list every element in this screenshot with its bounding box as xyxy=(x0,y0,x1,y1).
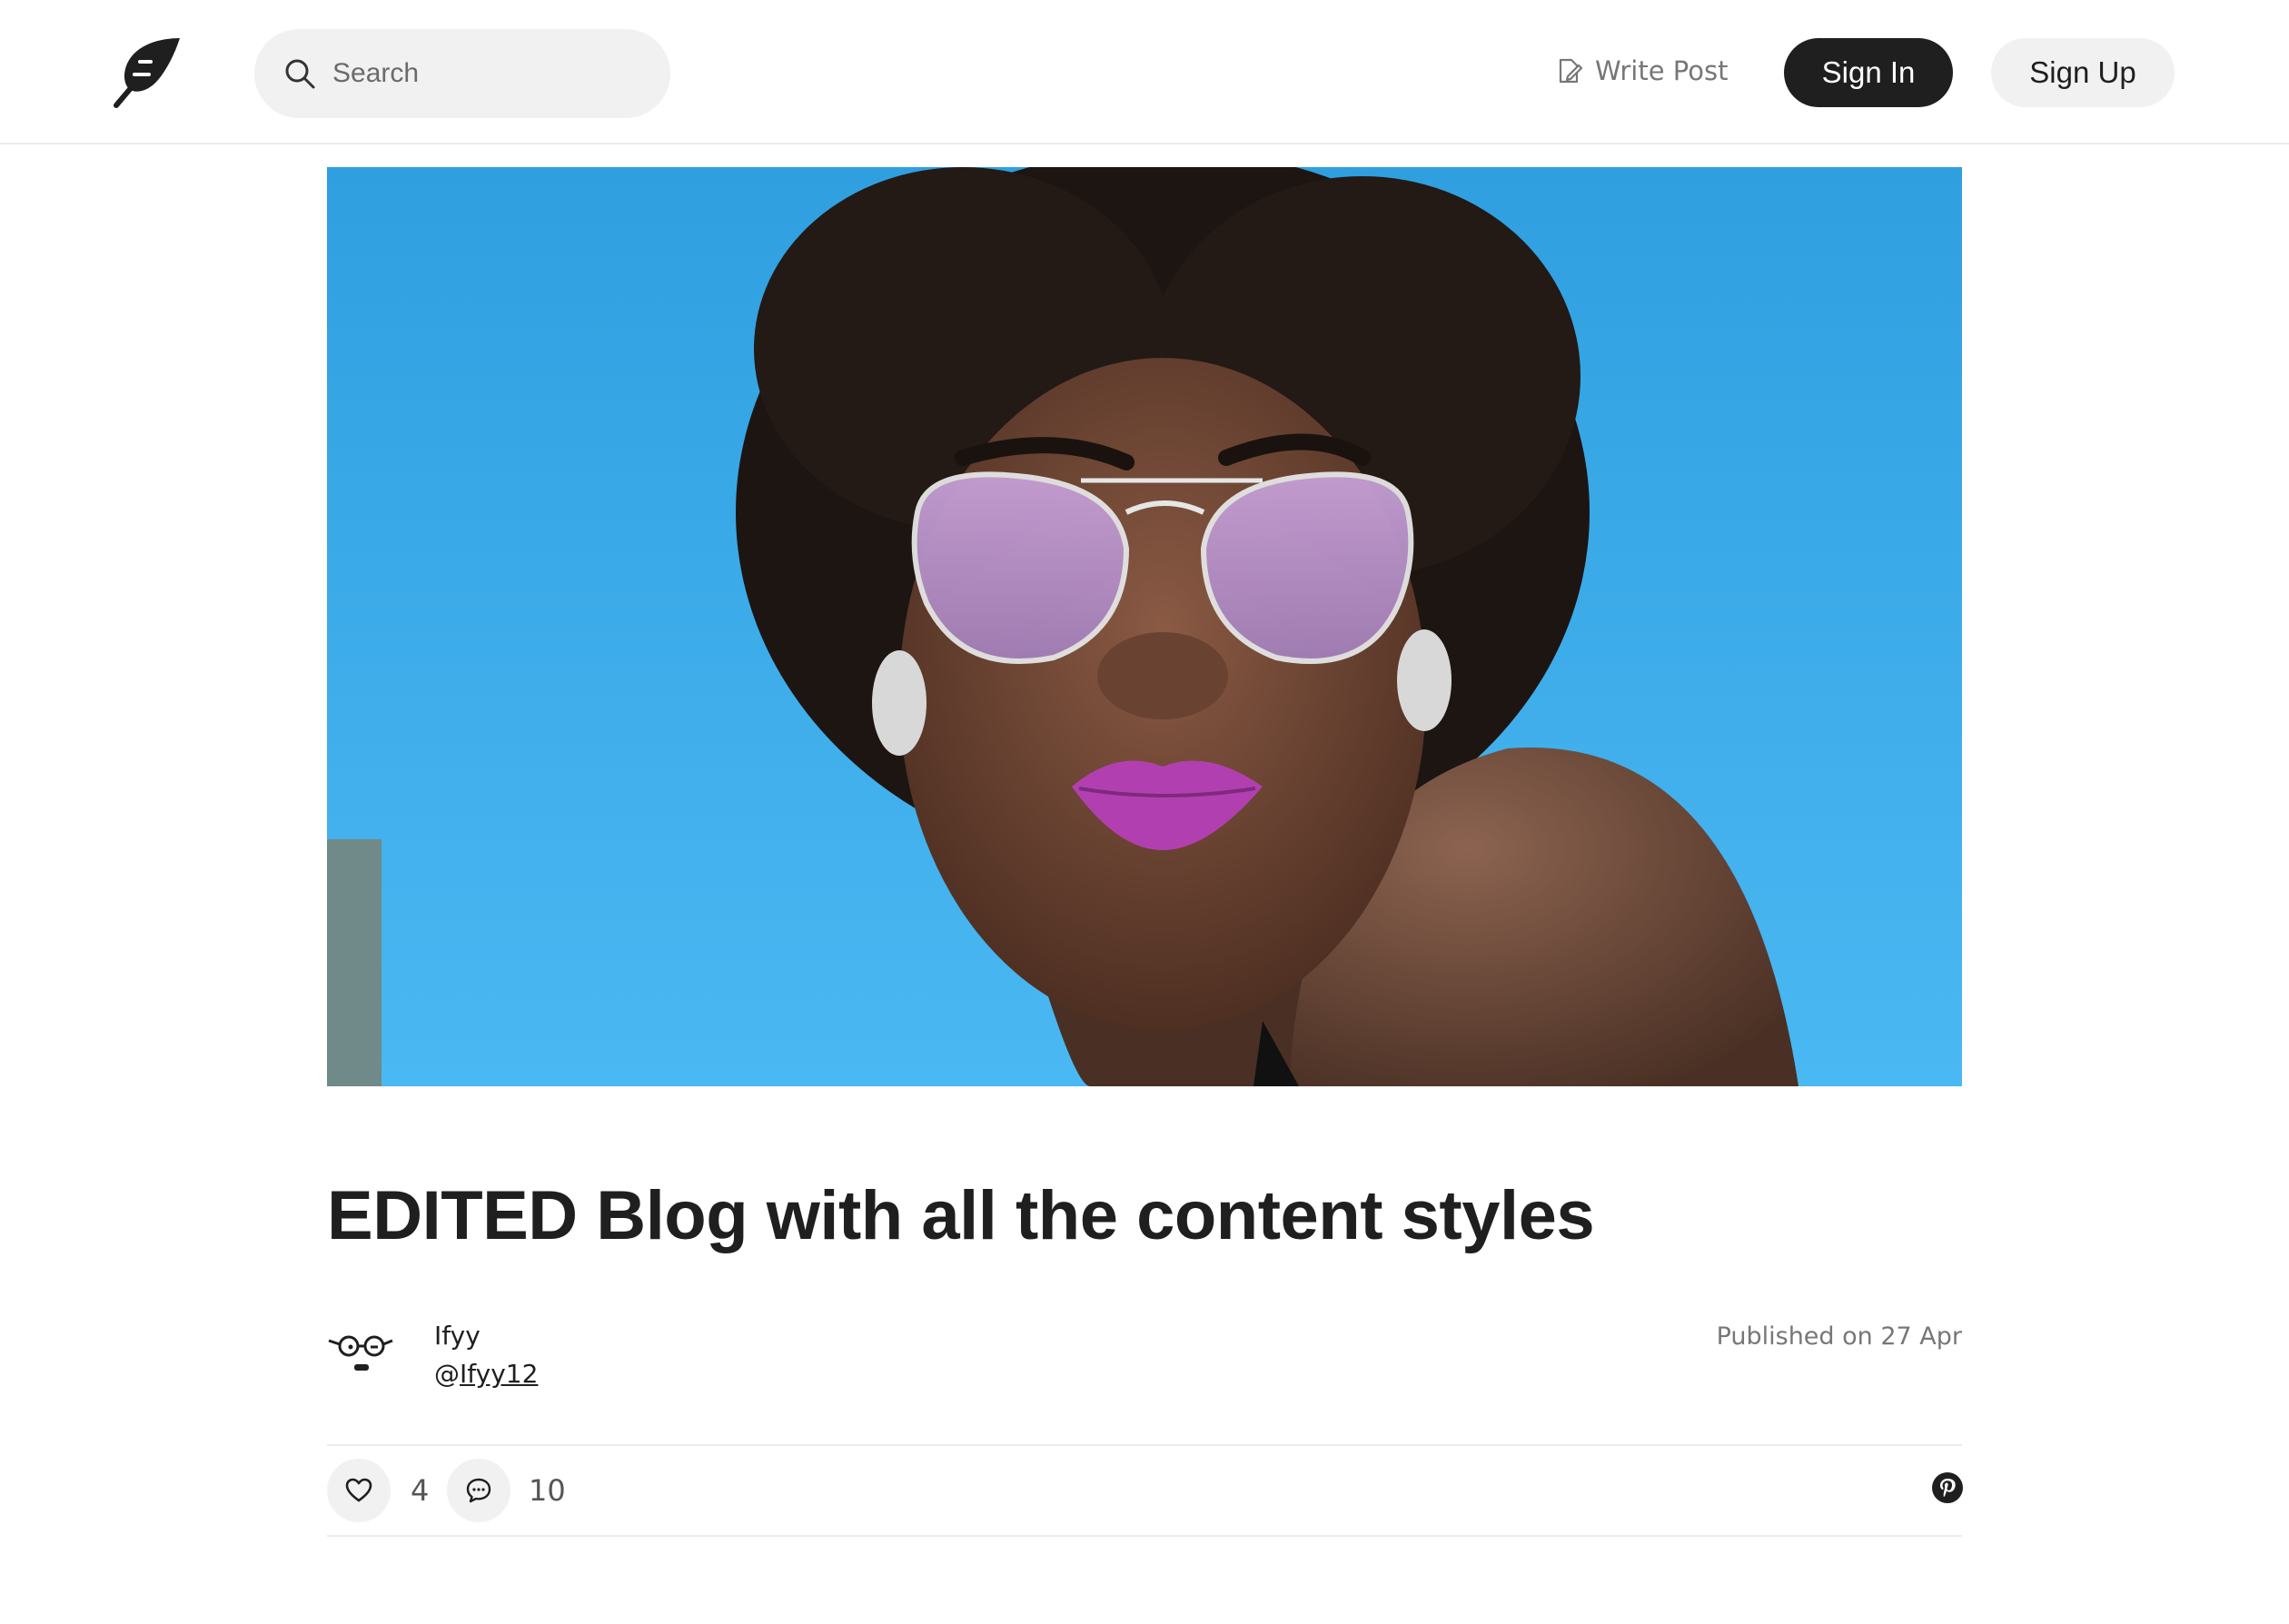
sign-up-button[interactable]: Sign Up xyxy=(1991,38,2175,107)
search-icon xyxy=(285,59,315,89)
divider xyxy=(327,1444,1962,1446)
like-count: 4 xyxy=(411,1473,430,1508)
author-name: Ifyy xyxy=(434,1321,481,1351)
published-date: Published on 27 Apr xyxy=(1716,1322,1962,1351)
logo-feather-icon[interactable] xyxy=(109,35,183,109)
comment-icon xyxy=(466,1478,491,1503)
hero-image xyxy=(327,167,1962,1086)
pinterest-icon[interactable] xyxy=(1931,1471,1964,1504)
search-input[interactable] xyxy=(331,57,639,90)
comment-button[interactable] xyxy=(447,1459,510,1522)
author-handle-prefix: @ xyxy=(434,1359,460,1389)
write-post-link[interactable]: Write Post xyxy=(1555,51,1728,91)
post-title: EDITED Blog with all the content styles xyxy=(327,1177,1595,1254)
heart-icon xyxy=(345,1478,372,1502)
author-handle: @Ifyy12 xyxy=(434,1359,538,1389)
search-bar[interactable] xyxy=(254,29,670,118)
like-button[interactable] xyxy=(327,1459,391,1522)
edit-icon xyxy=(1559,58,1583,84)
author-handle-link[interactable]: Ifyy12 xyxy=(460,1359,538,1389)
sign-in-button[interactable]: Sign In xyxy=(1784,38,1953,107)
author-avatar[interactable] xyxy=(327,1319,396,1388)
comment-count: 10 xyxy=(529,1473,566,1508)
write-post-label: Write Post xyxy=(1595,55,1729,86)
divider xyxy=(327,1535,1962,1537)
site-header: Write Post Sign In Sign Up xyxy=(0,0,2289,144)
